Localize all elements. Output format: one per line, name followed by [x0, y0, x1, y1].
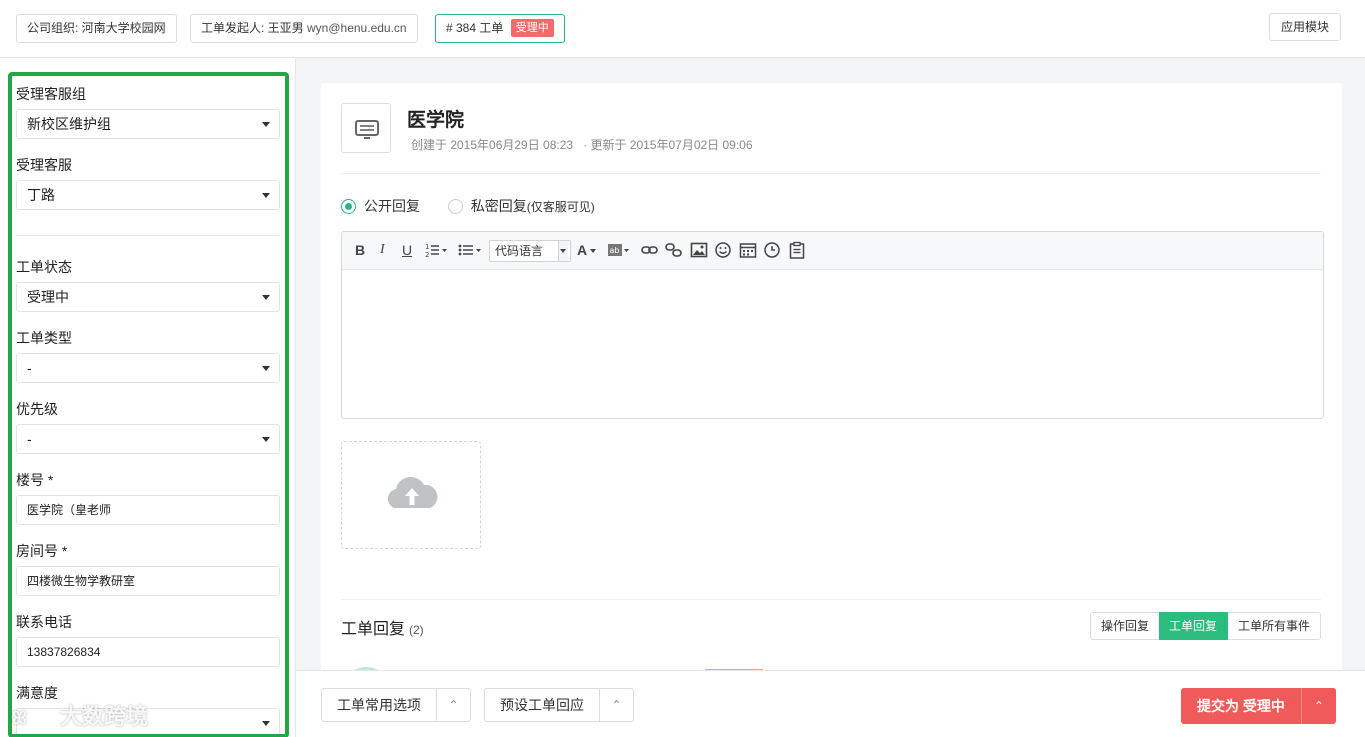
watermark-text: 大数跨境 [60, 704, 149, 729]
image-icon[interactable] [690, 241, 708, 259]
requester-label: 工单发起人: 王亚男 [201, 21, 304, 35]
tab-ticket-replies[interactable]: 工单回复 [1159, 612, 1229, 640]
divider [341, 173, 1321, 174]
tab-all-events[interactable]: 工单所有事件 [1228, 612, 1322, 640]
bottom-action-bar: 工单常用选项 ⌃ 预设工单回应 ⌃ 提交为 受理中 ⌃ [296, 670, 1365, 737]
watermark: ꕤ 大数跨境 [12, 699, 148, 731]
org-chip[interactable]: 公司组织: 河南大学校园网 [16, 14, 177, 43]
replies-heading: 工单回复 (2) [341, 615, 424, 639]
org-label: 公司组织: 河南大学校园网 [27, 21, 166, 35]
font-color-icon[interactable]: A [577, 241, 597, 259]
divider [341, 599, 1321, 600]
submit-button[interactable]: 提交为 受理中 ⌃ [1181, 688, 1336, 724]
upload-dropzone[interactable] [341, 441, 481, 549]
ticket-panel: 医学院 创建于 2015年06月29日 08:23 · 更新于 2015年07月… [321, 83, 1342, 737]
clipboard-icon[interactable] [788, 241, 806, 259]
chevron-down-icon [558, 241, 568, 261]
common-options-button[interactable]: 工单常用选项 ⌃ [321, 688, 471, 722]
bold-icon[interactable]: B [355, 241, 365, 259]
preset-reply-button[interactable]: 预设工单回应 ⌃ [484, 688, 634, 722]
reply-visibility: 公开回复 私密回复(仅客服可见) [341, 196, 595, 216]
reply-editor[interactable]: B I U 12 代码语言 A ab [341, 231, 1324, 419]
status-badge: 受理中 [510, 19, 554, 37]
top-bar: 公司组织: 河南大学校园网 工单发起人: 王亚男 wyn@henu.edu.cn… [0, 0, 1365, 58]
clock-icon[interactable] [763, 241, 781, 259]
ticket-number: # 384 工单 [446, 21, 504, 35]
cloud-upload-icon [387, 476, 438, 508]
editor-content-area[interactable] [342, 270, 1323, 418]
submit-label: 提交为 受理中 [1197, 698, 1285, 714]
page-title: 医学院 [407, 110, 465, 131]
tab-operation-replies[interactable]: 操作回复 [1090, 612, 1161, 640]
unlink-icon[interactable] [665, 241, 683, 259]
code-language-label: 代码语言 [495, 244, 544, 258]
italic-icon[interactable]: I [380, 241, 385, 259]
chevron-up-icon[interactable]: ⌃ [599, 689, 633, 721]
replies-title: 工单回复 [341, 621, 406, 638]
svg-text:1: 1 [425, 243, 429, 251]
requester-chip[interactable]: 工单发起人: 王亚男 wyn@henu.edu.cn [190, 14, 418, 43]
highlight-icon[interactable]: ab [608, 241, 630, 259]
common-options-label: 工单常用选项 [337, 697, 421, 713]
replies-count: (2) [409, 623, 424, 637]
calendar-icon[interactable] [739, 241, 757, 259]
radio-unchecked-icon [447, 199, 463, 214]
radio-checked-icon [341, 199, 356, 214]
ordered-list-icon[interactable]: 12 [425, 241, 447, 259]
private-reply-note: (仅客服可见) [526, 200, 595, 214]
preset-reply-label: 预设工单回应 [500, 697, 584, 713]
ticket-chip[interactable]: # 384 工单 受理中 [435, 14, 565, 43]
link-icon[interactable] [641, 241, 659, 259]
monitor-icon [355, 120, 379, 139]
updated-time: · 更新于 2015年07月02日 09:06 [583, 138, 753, 152]
bullet-list-icon[interactable] [458, 241, 482, 259]
public-reply-label: 公开回复 [364, 198, 420, 214]
editor-toolbar: B I U 12 代码语言 A ab [342, 232, 1323, 270]
svg-text:ab: ab [610, 246, 620, 255]
emoji-icon[interactable] [714, 241, 732, 259]
chevron-up-icon[interactable]: ⌃ [436, 689, 470, 721]
watermark-logo-icon: ꕤ [12, 708, 27, 728]
highlight-frame [8, 72, 289, 737]
requester-email: wyn@henu.edu.cn [307, 21, 407, 35]
code-language-select[interactable]: 代码语言 [489, 240, 571, 262]
private-reply-label: 私密回复 [470, 198, 527, 214]
private-reply-option[interactable]: 私密回复(仅客服可见) [447, 198, 595, 214]
ticket-timestamps: 创建于 2015年06月29日 08:23 · 更新于 2015年07月02日 … [411, 136, 753, 153]
created-time: 创建于 2015年06月29日 08:23 [411, 138, 574, 152]
app-module-button[interactable]: 应用模块 [1268, 13, 1341, 41]
public-reply-option[interactable]: 公开回复 [341, 198, 420, 214]
underline-icon[interactable]: U [402, 241, 412, 259]
svg-text:2: 2 [425, 251, 429, 259]
ticket-type-icon [341, 103, 391, 153]
chevron-up-icon[interactable]: ⌃ [1300, 688, 1336, 724]
